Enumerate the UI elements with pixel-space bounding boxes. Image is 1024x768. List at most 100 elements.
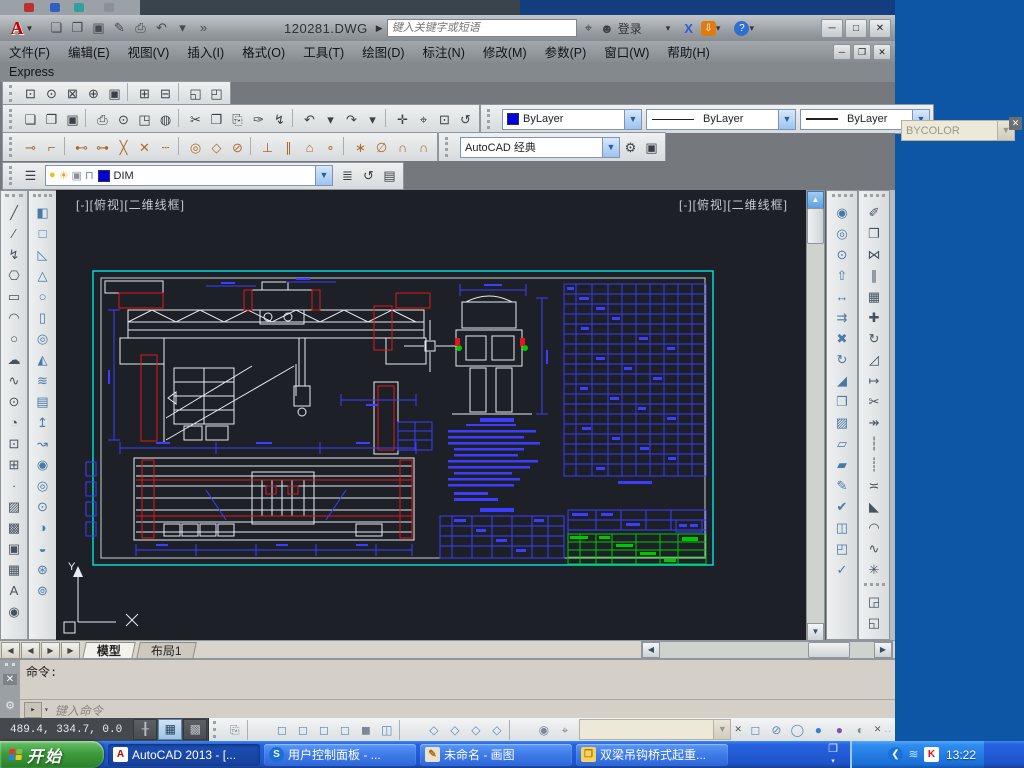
move-button[interactable]: ✚ [863, 307, 885, 328]
menu-item[interactable]: 标注(N) [414, 40, 474, 63]
view-back-button[interactable]: ◫ [376, 720, 397, 740]
snap-center-button[interactable]: ◎ [185, 137, 206, 158]
join-button[interactable]: ≍ [863, 475, 885, 496]
redo-button[interactable]: ↷ [341, 109, 362, 130]
menu-item[interactable]: 视图(V) [119, 40, 179, 63]
sep-button[interactable] [399, 720, 421, 740]
taper-faces-button[interactable]: ◢ [831, 370, 853, 391]
workspace-combo[interactable]: AutoCAD 经典 ▼ [460, 137, 620, 158]
user-icon[interactable]: ☻ [600, 21, 614, 36]
menu-item[interactable]: 工具(T) [294, 40, 353, 63]
close-icon[interactable]: ✕ [3, 674, 17, 685]
toolbar-grip[interactable] [864, 583, 885, 589]
help-icon[interactable]: ? [734, 21, 749, 36]
layer-on-bulb[interactable]: ● [49, 169, 56, 182]
copy-faces-button[interactable]: ❐ [831, 391, 853, 412]
save-button[interactable]: ▣ [88, 18, 109, 38]
zoom-scale-button[interactable]: ⊠ [62, 83, 83, 104]
undo-button[interactable]: ↶ [299, 109, 320, 130]
vs-2d-wireframe-button[interactable]: ◻ [745, 720, 766, 740]
menu-item[interactable]: 修改(M) [474, 40, 536, 63]
view-left-button[interactable]: ◻ [313, 720, 334, 740]
sep-button[interactable] [178, 109, 183, 127]
chevron-down-icon[interactable]: ▾ [749, 23, 754, 34]
new-button[interactable]: ❏ [20, 109, 41, 130]
menu-item-express[interactable]: Express [0, 63, 63, 81]
snap-parallel-button[interactable]: ∥ [278, 137, 299, 158]
multiline-text-button[interactable]: A [3, 580, 25, 601]
ellipse-arc-button[interactable]: ◔ [3, 412, 25, 433]
check-button[interactable]: ✓ [831, 559, 853, 580]
start-button[interactable]: 开始 [0, 741, 104, 768]
zoom-window-button[interactable]: ⊡ [434, 109, 455, 130]
sep-button[interactable] [64, 137, 69, 155]
polyline-button[interactable]: ↯ [3, 244, 25, 265]
zoom-previous-button[interactable]: ⌖ [554, 720, 575, 740]
view-nw-iso-button[interactable]: ◇ [486, 720, 507, 740]
torus-button[interactable]: ◎ [32, 328, 54, 349]
view-ne-iso-button[interactable]: ◇ [465, 720, 486, 740]
publish-button[interactable]: ◳ [134, 109, 155, 130]
send-to-back-button[interactable]: ◱ [863, 612, 885, 633]
pyramid-button[interactable]: ◭ [32, 349, 54, 370]
plot-preview-button[interactable]: ⊙ [113, 109, 134, 130]
snap-insert-button[interactable]: ⌂ [299, 137, 320, 158]
snap-intersection-button[interactable]: ╳ [113, 137, 134, 158]
view-cube-button[interactable]: ◧ [32, 202, 54, 223]
offset-button[interactable]: ∥ [863, 265, 885, 286]
vertical-scroll-thumb[interactable] [807, 208, 824, 244]
extrude-faces-button[interactable]: ⇧ [831, 265, 853, 286]
task-paint-button[interactable]: ✎ 未命名 - 画图 [420, 744, 572, 766]
chevron-down-icon[interactable]: ▼ [778, 110, 795, 129]
layer-properties-button[interactable]: ☰ [20, 165, 41, 186]
layer-thaw-sun[interactable]: ☀ [59, 169, 69, 182]
sep-button[interactable] [250, 137, 255, 155]
zoom-object-button[interactable]: ▣ [104, 83, 125, 104]
point-button[interactable]: ∙ [3, 475, 25, 496]
resize-grip[interactable]: .. [884, 724, 892, 735]
task-autocad-button[interactable]: A AutoCAD 2013 - [... [108, 744, 260, 766]
grid-major-button[interactable]: ▩ [183, 719, 207, 740]
revision-cloud-button[interactable]: ☁ [3, 349, 25, 370]
exchange-icon[interactable]: X [684, 21, 693, 36]
snap-node-button[interactable]: ∘ [320, 137, 341, 158]
sep-button[interactable] [509, 720, 531, 740]
helix-button[interactable]: ≋ [32, 370, 54, 391]
gradient-button[interactable]: ▩ [3, 517, 25, 538]
paste-button[interactable]: ⎘ [227, 109, 248, 130]
otrack-settings-button[interactable]: ∩ [413, 137, 434, 158]
toolbar-grip[interactable] [445, 137, 452, 157]
vs-manage-button[interactable]: ◐ [850, 720, 871, 740]
menu-item[interactable]: 参数(P) [536, 40, 596, 63]
view-se-iso-button[interactable]: ◇ [444, 720, 465, 740]
rectangle-button[interactable]: ▭ [3, 286, 25, 307]
drawing-canvas[interactable]: [-][俯视][二维线框] [-][俯视][二维线框] [56, 190, 806, 640]
offset-faces-button[interactable]: ⇉ [831, 307, 853, 328]
vs-conceptual-button[interactable]: ● [829, 720, 850, 740]
toolbar-grip[interactable] [9, 166, 16, 184]
web-button[interactable]: ◍ [155, 109, 176, 130]
search-binoculars-icon[interactable]: ⌖ [585, 20, 592, 36]
temporary-track-point-button[interactable]: ⊸ [20, 137, 41, 158]
a360-icon[interactable]: ⇩ [701, 21, 716, 36]
color-edges-button[interactable]: ▰ [831, 454, 853, 475]
break-at-point-button[interactable]: ┆ [863, 433, 885, 454]
sep-button[interactable] [343, 137, 348, 155]
command-input[interactable]: 键入命令 [55, 702, 103, 719]
union-button[interactable]: ◉ [831, 202, 853, 223]
menu-item[interactable]: 插入(I) [178, 40, 233, 63]
mirror-button[interactable]: ⋈ [863, 244, 885, 265]
box-button[interactable]: □ [32, 223, 54, 244]
navigation-wheel-button[interactable]: ⊛ [32, 559, 54, 580]
sep-button[interactable] [247, 720, 269, 740]
menu-item[interactable]: 窗口(W) [595, 40, 658, 63]
layer-previous-button[interactable]: ↺ [358, 165, 379, 186]
block-editor-button[interactable]: ↯ [269, 109, 290, 130]
shell-button[interactable]: ◰ [831, 538, 853, 559]
ellipse-button[interactable]: ⊙ [3, 391, 25, 412]
cut-button[interactable]: ✂ [185, 109, 206, 130]
blend-curves-button[interactable]: ∿ [863, 538, 885, 559]
show-motion-button[interactable]: ⊚ [32, 580, 54, 601]
view-front-button[interactable]: ◼ [355, 720, 376, 740]
panel-grip[interactable] [5, 663, 15, 669]
